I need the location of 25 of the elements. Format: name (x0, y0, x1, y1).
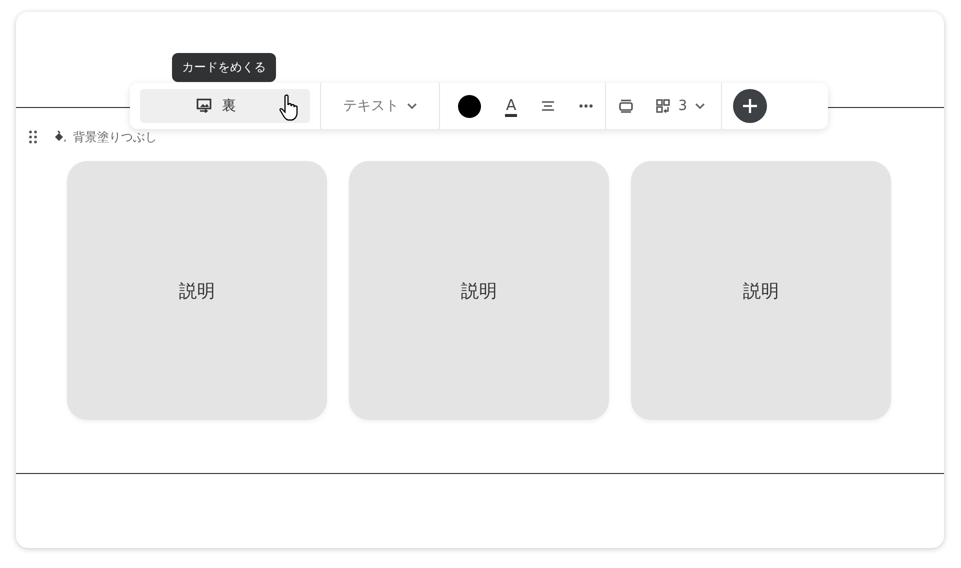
flip-card[interactable]: 説明 (631, 161, 891, 420)
columns-dropdown[interactable]: 3 (646, 98, 722, 114)
color-swatch-button[interactable] (458, 94, 481, 118)
grid-icon (656, 99, 670, 113)
drag-handle-icon[interactable] (29, 130, 37, 144)
text-style-dropdown[interactable]: テキスト (321, 97, 439, 115)
align-center-icon (541, 100, 556, 112)
flip-card-button[interactable]: 裏 (140, 89, 310, 123)
hand-cursor-icon (279, 94, 299, 122)
flip-card[interactable]: 説明 (67, 161, 327, 420)
chevron-down-icon (407, 103, 417, 109)
tooltip: カードをめくる (172, 53, 276, 82)
more-icon (579, 104, 594, 108)
card-text: 説明 (743, 280, 779, 302)
background-fill-button[interactable]: 背景塗りつぶし (53, 128, 157, 146)
paint-bucket-icon (53, 130, 67, 144)
card-text: 説明 (179, 280, 215, 302)
chevron-down-icon (695, 103, 706, 109)
flip-card-icon (196, 98, 212, 114)
plus-icon (742, 98, 758, 114)
add-button[interactable] (733, 89, 768, 123)
flip-card[interactable]: 説明 (349, 161, 609, 420)
card-stack-icon (618, 99, 634, 113)
text-color-button[interactable]: A (505, 96, 518, 116)
card-text: 説明 (461, 280, 497, 302)
